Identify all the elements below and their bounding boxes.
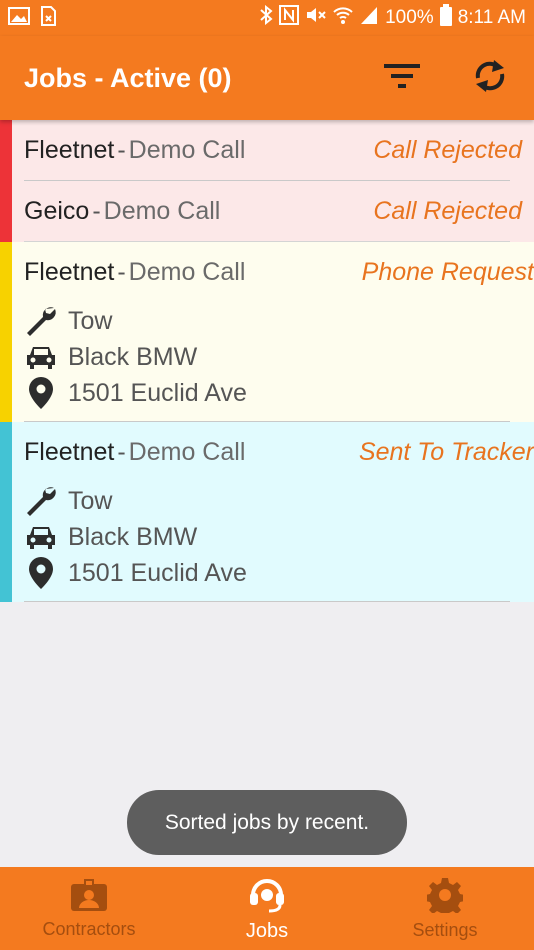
toast-message: Sorted jobs by recent. (127, 790, 407, 855)
filter-icon (383, 61, 421, 96)
refresh-button[interactable] (446, 36, 534, 120)
nav-jobs[interactable]: Jobs (178, 867, 356, 950)
mute-icon (305, 5, 327, 31)
gear-icon (425, 877, 465, 918)
job-company: Geico (24, 196, 90, 225)
job-address: 1501 Euclid Ave (68, 558, 247, 587)
job-call-type: Demo Call (103, 196, 221, 225)
contractor-badge-icon (70, 878, 108, 917)
status-stripe (0, 120, 12, 181)
wrench-icon (24, 484, 58, 518)
job-list: Fleetnet - Demo Call Call Rejected Geico… (0, 120, 534, 602)
job-call-type: Demo Call (128, 438, 246, 466)
sort-filter-button[interactable] (358, 36, 446, 120)
battery-icon (439, 4, 452, 32)
job-status: Call Rejected (373, 135, 522, 164)
status-stripe (0, 181, 12, 242)
status-stripe (0, 242, 12, 422)
headset-icon (247, 875, 287, 918)
nav-contractors[interactable]: Contractors (0, 867, 178, 950)
job-status: Sent To Tracker (358, 438, 534, 466)
status-stripe (0, 422, 12, 602)
car-icon (24, 340, 58, 374)
wrench-icon (24, 304, 58, 338)
job-separator: - (117, 135, 126, 164)
job-item[interactable]: Geico - Demo Call Call Rejected (0, 181, 534, 242)
car-icon (24, 520, 58, 554)
clock: 8:11 AM (457, 7, 526, 28)
app-bar: Jobs - Active (0) (0, 36, 534, 120)
battery-level: 100% (385, 7, 434, 28)
job-separator: - (117, 438, 126, 466)
nav-label: Contractors (42, 918, 136, 939)
status-bar: 100% 8:11 AM (0, 0, 534, 36)
job-separator: - (117, 258, 126, 286)
bluetooth-icon (259, 4, 273, 31)
job-item[interactable]: Fleetnet - Demo Call Sent To Tracker Tow… (0, 422, 534, 602)
location-pin-icon (24, 556, 58, 590)
job-company: Fleetnet (24, 438, 115, 466)
nav-label: Jobs (245, 919, 289, 942)
wifi-icon (333, 5, 353, 31)
location-pin-icon (24, 376, 58, 410)
job-company: Fleetnet (24, 135, 115, 164)
signal-icon (359, 5, 379, 31)
sim-card-icon (38, 5, 58, 31)
job-address: 1501 Euclid Ave (68, 378, 247, 407)
bottom-nav: Contractors Jobs Settings (0, 867, 534, 950)
refresh-icon (472, 56, 508, 101)
job-service: Tow (68, 306, 113, 335)
job-vehicle: Black BMW (68, 342, 198, 371)
job-call-type: Demo Call (128, 135, 246, 164)
job-separator: - (92, 196, 101, 225)
nav-settings[interactable]: Settings (356, 867, 534, 950)
nav-label: Settings (412, 919, 478, 940)
job-call-type: Demo Call (128, 258, 246, 286)
job-vehicle: Black BMW (68, 522, 198, 551)
page-title: Jobs - Active (0) (24, 62, 232, 93)
gallery-icon (8, 6, 30, 31)
job-item[interactable]: Fleetnet - Demo Call Call Rejected (0, 120, 534, 181)
job-service: Tow (68, 486, 113, 515)
job-status: Phone Request (361, 258, 534, 286)
job-company: Fleetnet (24, 258, 115, 286)
nfc-icon (279, 5, 300, 31)
job-status: Call Rejected (373, 196, 522, 225)
job-item[interactable]: Fleetnet - Demo Call Phone Request Tow B… (0, 242, 534, 422)
